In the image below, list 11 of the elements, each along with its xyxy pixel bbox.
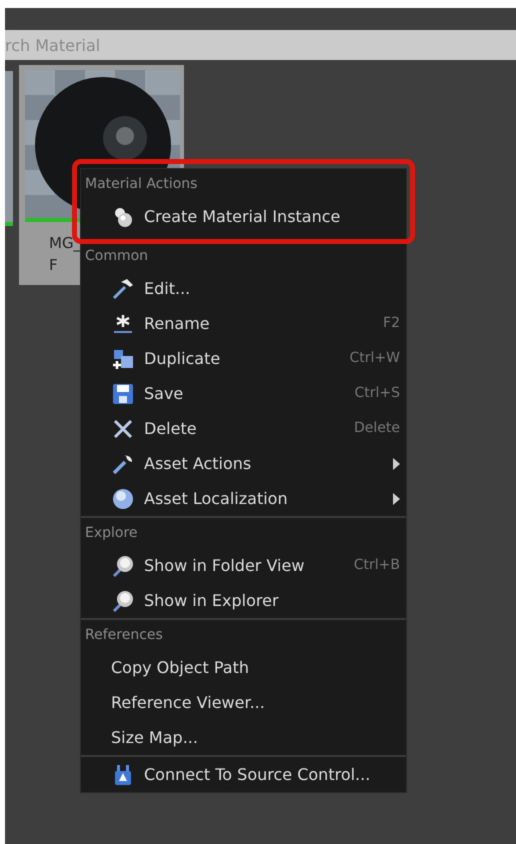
section-heading: Material Actions: [84, 175, 198, 194]
asset-name: F: [49, 255, 58, 276]
shortcut-text: Ctrl+S: [354, 384, 400, 403]
shortcut-text: Ctrl+W: [350, 349, 400, 368]
asset-name: MG_: [49, 233, 82, 254]
section-heading: Common: [84, 247, 150, 266]
shortcut-text: Ctrl+B: [354, 556, 400, 575]
shortcut-text: Delete: [354, 419, 400, 438]
shortcut-text: F2: [383, 314, 400, 333]
section-heading: References: [84, 626, 164, 645]
section-heading: Explore: [84, 524, 139, 543]
